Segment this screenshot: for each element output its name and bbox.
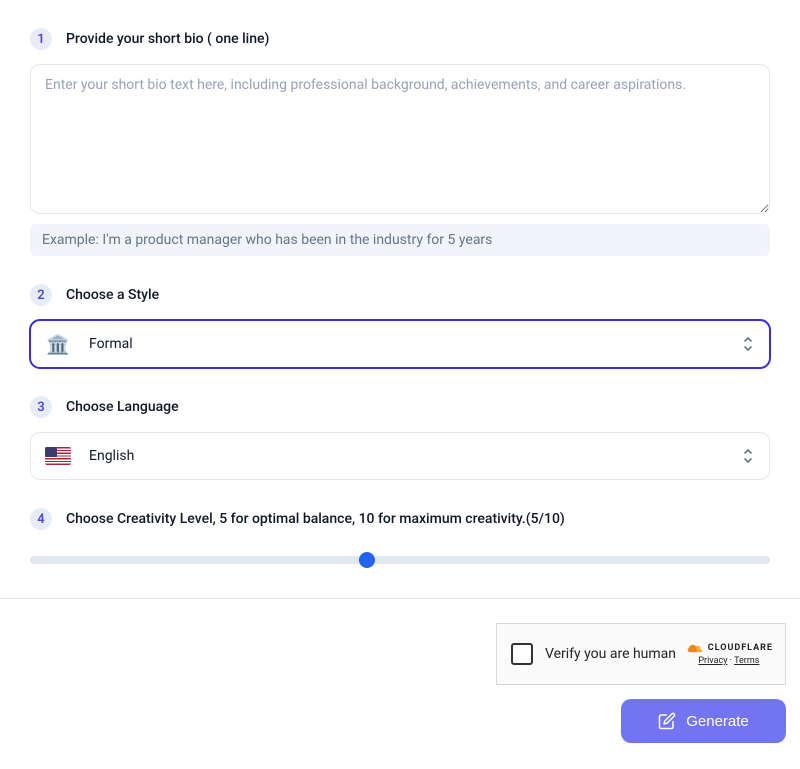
step-header: 2 Choose a Style bbox=[30, 284, 770, 306]
step-creativity: 4 Choose Creativity Level, 5 for optimal… bbox=[30, 508, 770, 570]
step-label-language: Choose Language bbox=[66, 399, 179, 415]
cloud-icon bbox=[685, 642, 705, 654]
language-value: English bbox=[89, 448, 134, 464]
generate-button[interactable]: Generate bbox=[621, 699, 786, 743]
creativity-label-text: Choose Creativity Level, 5 for optimal b… bbox=[66, 511, 526, 527]
chevron-up-down-icon bbox=[741, 335, 755, 353]
bank-icon: 🏛️ bbox=[45, 333, 71, 356]
chevron-up-down-icon bbox=[741, 447, 755, 465]
footer: Verify you are human CLOUDFLARE Privacy … bbox=[0, 599, 800, 743]
style-value: Formal bbox=[89, 336, 133, 352]
step-number-2: 2 bbox=[30, 284, 52, 306]
step-label-bio: Provide your short bio ( one line) bbox=[66, 31, 269, 47]
step-style: 2 Choose a Style 🏛️ Formal bbox=[30, 284, 770, 368]
style-select[interactable]: 🏛️ Formal bbox=[30, 320, 770, 368]
slider-thumb[interactable] bbox=[359, 552, 375, 568]
terms-link[interactable]: Terms bbox=[734, 656, 759, 666]
example-text: I'm a product manager who has been in th… bbox=[102, 232, 492, 248]
step-number-3: 3 bbox=[30, 396, 52, 418]
creativity-slider-wrap bbox=[30, 544, 770, 570]
step-header: 3 Choose Language bbox=[30, 396, 770, 418]
captcha-text: Verify you are human bbox=[545, 646, 676, 662]
creativity-label-count: (5/10) bbox=[526, 511, 565, 527]
captcha-links: Privacy · Terms bbox=[698, 656, 759, 666]
captcha-brand: CLOUDFLARE Privacy · Terms bbox=[685, 642, 773, 666]
example-bar: Example: I'm a product manager who has b… bbox=[30, 224, 770, 256]
captcha-widget: Verify you are human CLOUDFLARE Privacy … bbox=[496, 623, 786, 685]
step-header: 1 Provide your short bio ( one line) bbox=[30, 28, 770, 50]
flag-us-icon bbox=[45, 447, 71, 465]
cloudflare-logo: CLOUDFLARE bbox=[685, 642, 773, 654]
step-header: 4 Choose Creativity Level, 5 for optimal… bbox=[30, 508, 770, 530]
example-prefix: Example: bbox=[42, 232, 102, 248]
edit-icon bbox=[658, 712, 676, 730]
captcha-left: Verify you are human bbox=[511, 643, 676, 665]
step-label-creativity: Choose Creativity Level, 5 for optimal b… bbox=[66, 511, 565, 527]
privacy-link[interactable]: Privacy bbox=[698, 656, 727, 666]
cloudflare-word: CLOUDFLARE bbox=[708, 643, 773, 653]
step-label-style: Choose a Style bbox=[66, 287, 159, 303]
step-language: 3 Choose Language English bbox=[30, 396, 770, 480]
language-select[interactable]: English bbox=[30, 432, 770, 480]
step-number-4: 4 bbox=[30, 508, 52, 530]
creativity-slider[interactable] bbox=[30, 556, 770, 564]
captcha-checkbox[interactable] bbox=[511, 643, 533, 665]
step-bio: 1 Provide your short bio ( one line) Exa… bbox=[30, 28, 770, 256]
step-number-1: 1 bbox=[30, 28, 52, 50]
generate-label: Generate bbox=[686, 713, 749, 730]
bio-input[interactable] bbox=[30, 64, 770, 214]
